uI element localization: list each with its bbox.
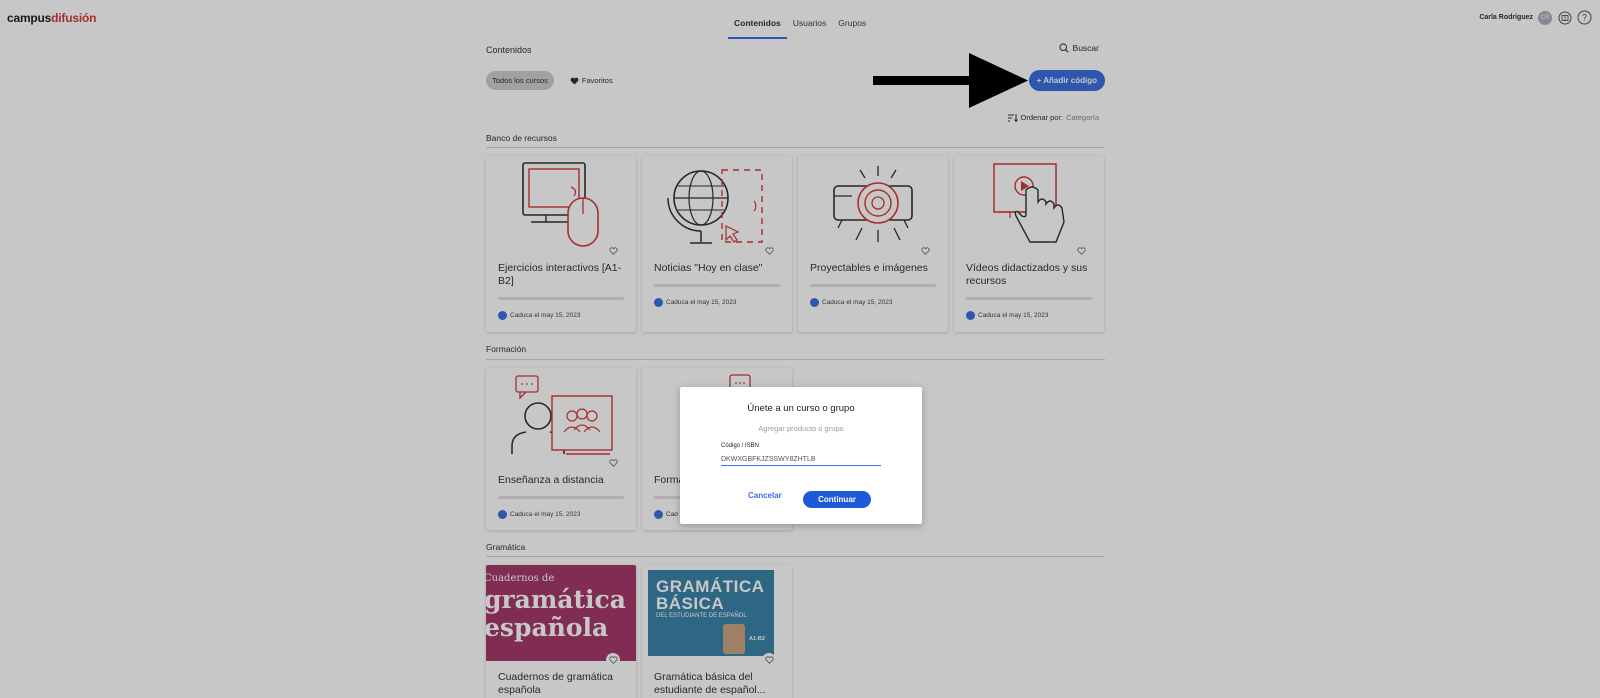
app-root: campusdifusión Contenidos Usuarios Grupo…	[0, 0, 1600, 698]
modal-backdrop[interactable]	[0, 0, 1600, 698]
dialog-title: Únete a un curso o grupo	[747, 403, 855, 414]
continue-button[interactable]: Continuar	[803, 491, 871, 508]
cancel-button[interactable]: Cancelar	[748, 491, 782, 500]
dialog-subtitle: Agregar producto o grupo	[758, 424, 844, 433]
join-course-dialog: Únete a un curso o grupo Agregar product…	[680, 387, 922, 524]
code-field-label: Código / ISBN	[721, 443, 760, 449]
code-input[interactable]	[721, 453, 881, 466]
annotation-arrow-icon	[873, 53, 1028, 108]
